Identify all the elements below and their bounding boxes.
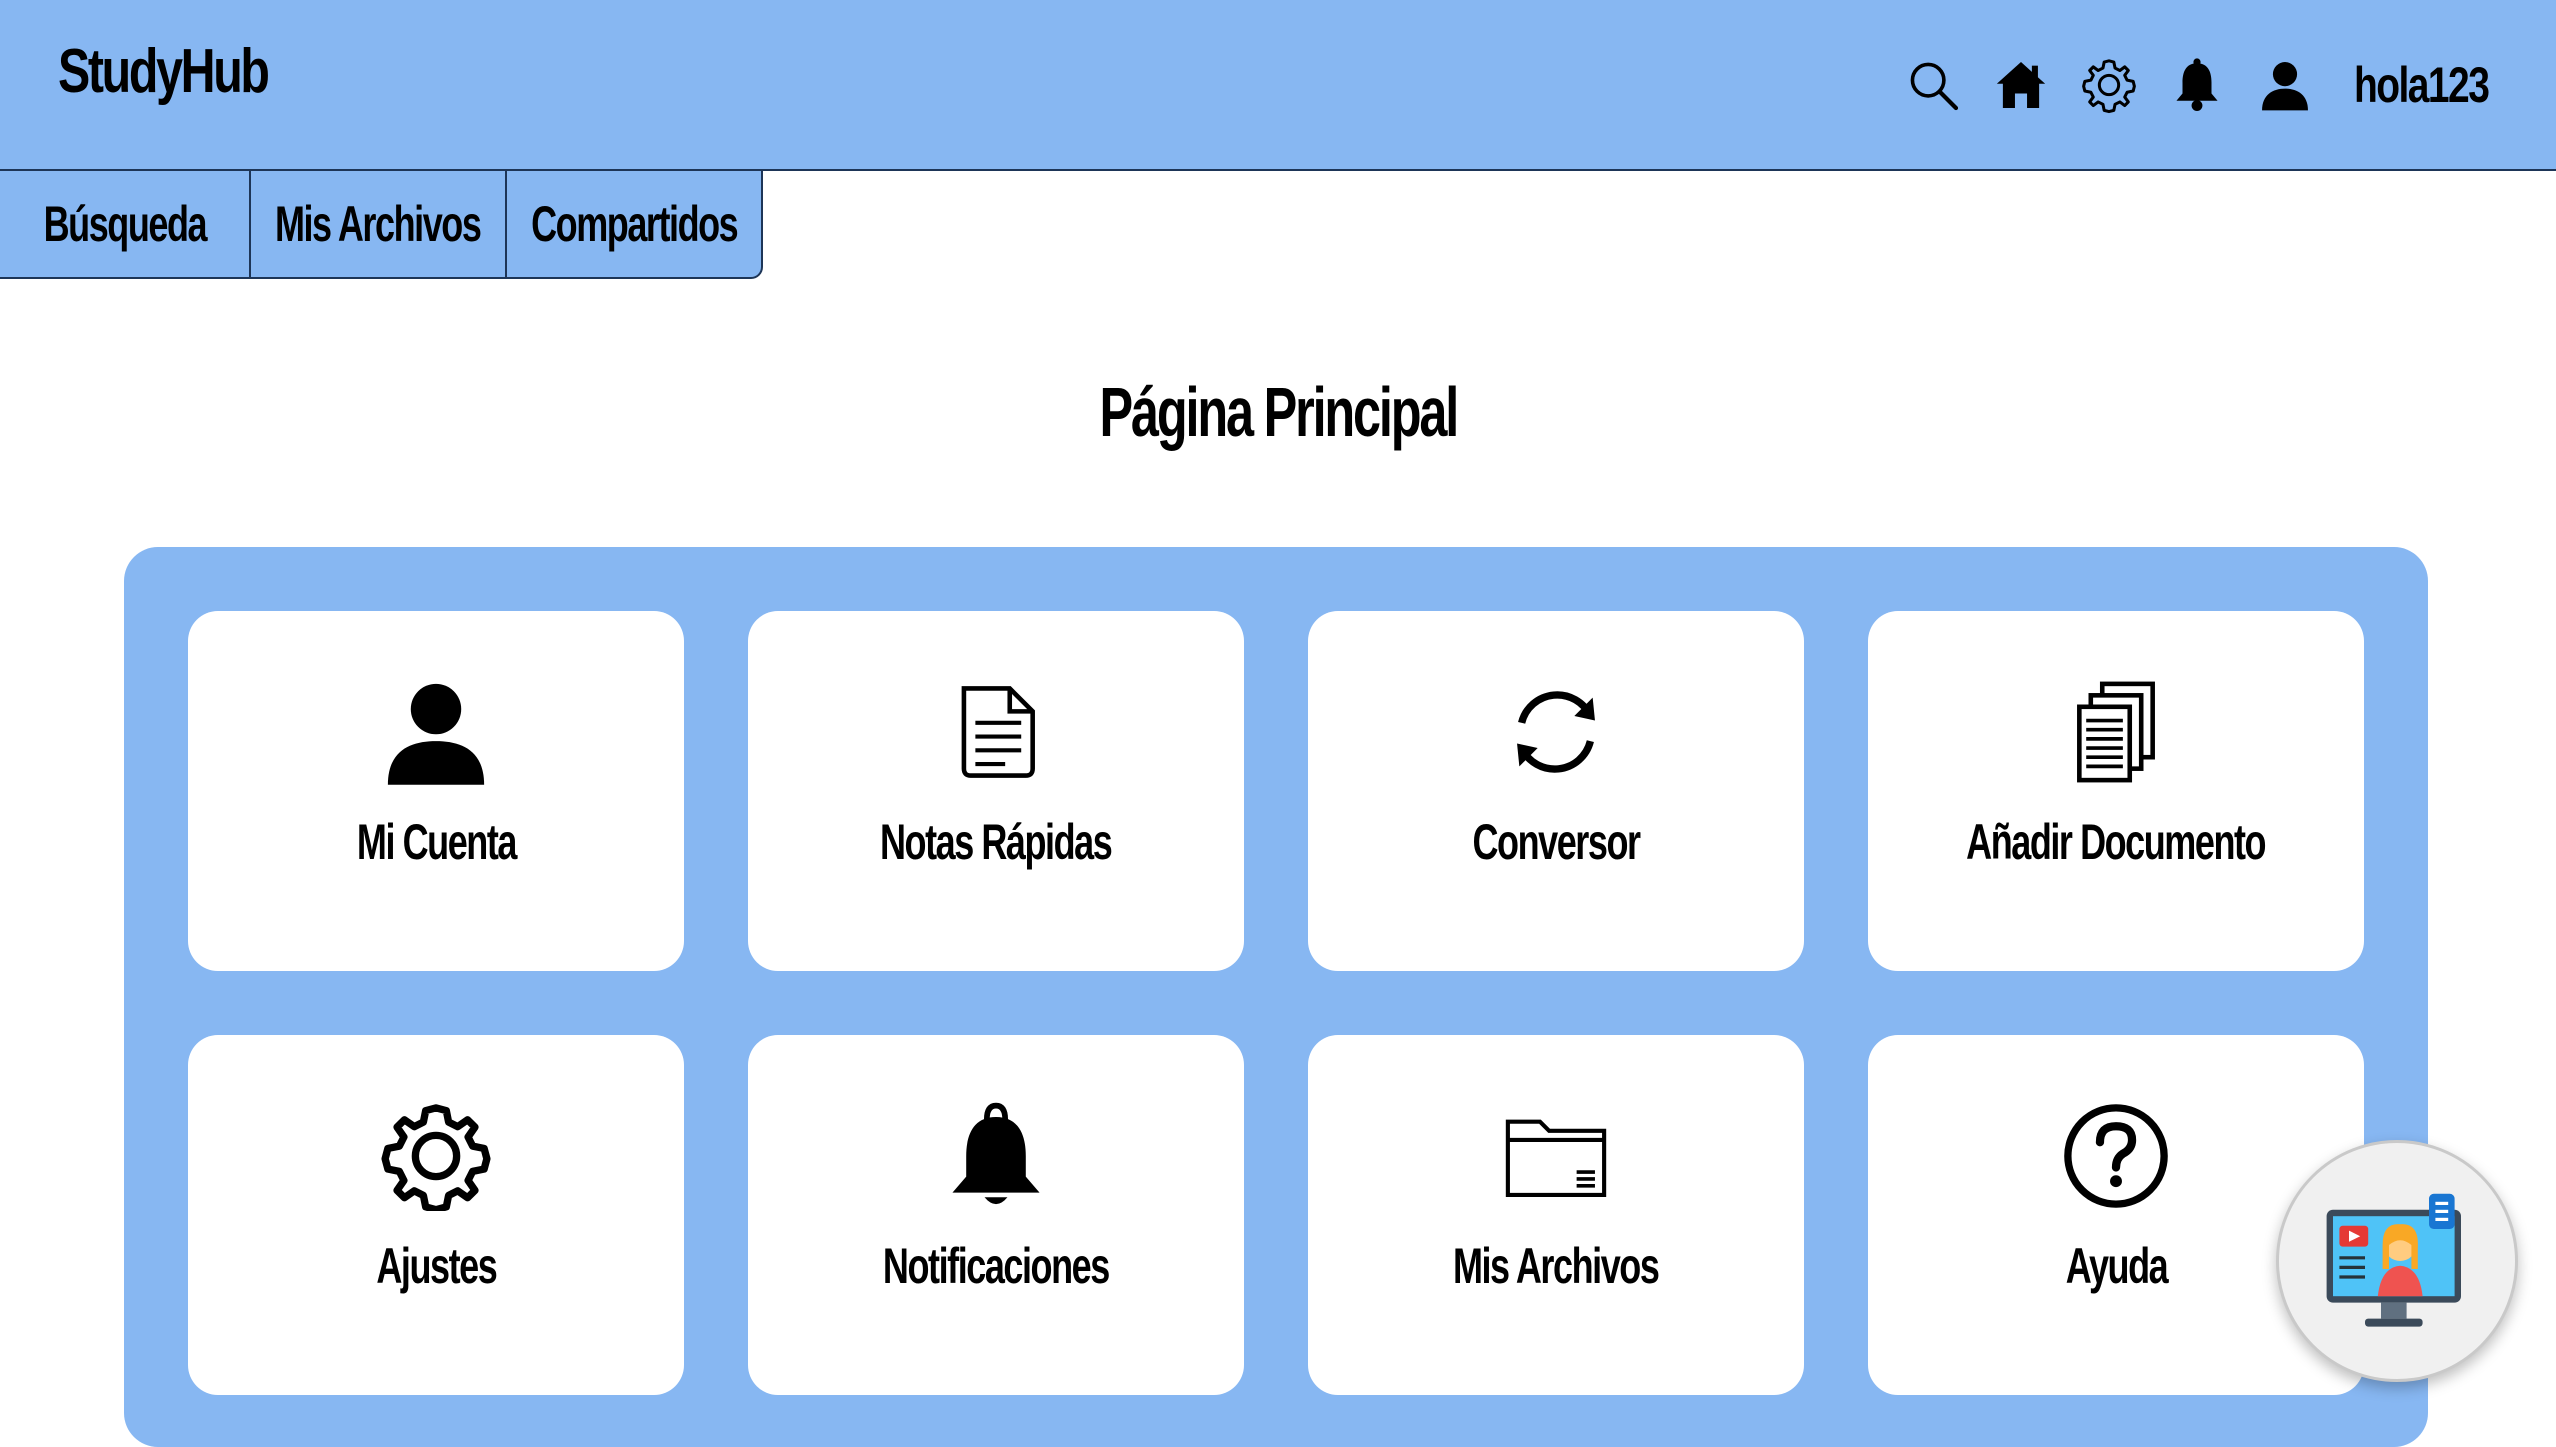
tab-label: Compartidos — [530, 196, 739, 252]
folder-icon — [1501, 1101, 1611, 1211]
card-notificaciones[interactable]: Notificaciones — [748, 1035, 1244, 1395]
user-icon — [381, 677, 491, 787]
page-title: Página Principal — [1099, 373, 1459, 451]
username-label[interactable]: hola123 — [2354, 56, 2490, 114]
bell-icon[interactable] — [2168, 56, 2226, 114]
card-label: Notificaciones — [883, 1238, 1110, 1294]
card-label: Notas Rápidas — [880, 814, 1113, 870]
card-label: Ajustes — [376, 1238, 497, 1294]
tab-busqueda[interactable]: Búsqueda — [0, 171, 251, 279]
note-icon — [941, 677, 1051, 787]
tab-label: Mis Archivos — [275, 196, 482, 252]
nav-tabs: Búsqueda Mis Archivos Compartidos — [0, 171, 763, 279]
user-icon[interactable] — [2256, 56, 2314, 114]
dashboard-panel: Mi Cuenta Notas Rápidas Conversor Añadir… — [124, 547, 2428, 1447]
assistant-button[interactable] — [2276, 1140, 2518, 1382]
brand-logo[interactable]: StudyHub — [58, 36, 270, 107]
gear-icon[interactable] — [2080, 56, 2138, 114]
gear-icon — [381, 1101, 491, 1211]
card-anadir-documento[interactable]: Añadir Documento — [1868, 611, 2364, 971]
card-label: Mi Cuenta — [356, 814, 516, 870]
home-icon[interactable] — [1992, 56, 2050, 114]
help-icon — [2061, 1101, 2171, 1211]
tab-mis-archivos[interactable]: Mis Archivos — [251, 171, 507, 279]
header-actions: hola123 — [1904, 48, 2496, 122]
search-icon[interactable] — [1904, 56, 1962, 114]
card-conversor[interactable]: Conversor — [1308, 611, 1804, 971]
bell-icon — [941, 1101, 1051, 1211]
card-label: Conversor — [1472, 814, 1641, 870]
tutor-assistant-icon — [2326, 1193, 2461, 1327]
tab-label: Búsqueda — [43, 196, 207, 252]
documents-icon — [2061, 677, 2171, 787]
sync-icon — [1501, 677, 1611, 787]
card-ajustes[interactable]: Ajustes — [188, 1035, 684, 1395]
card-label: Mis Archivos — [1453, 1238, 1660, 1294]
card-mis-archivos[interactable]: Mis Archivos — [1308, 1035, 1804, 1395]
card-mi-cuenta[interactable]: Mi Cuenta — [188, 611, 684, 971]
tab-compartidos[interactable]: Compartidos — [507, 171, 763, 279]
card-label: Ayuda — [2065, 1238, 2168, 1294]
top-header: StudyHub hola123 — [0, 0, 2556, 171]
card-label: Añadir Documento — [1966, 814, 2267, 870]
card-notas-rapidas[interactable]: Notas Rápidas — [748, 611, 1244, 971]
